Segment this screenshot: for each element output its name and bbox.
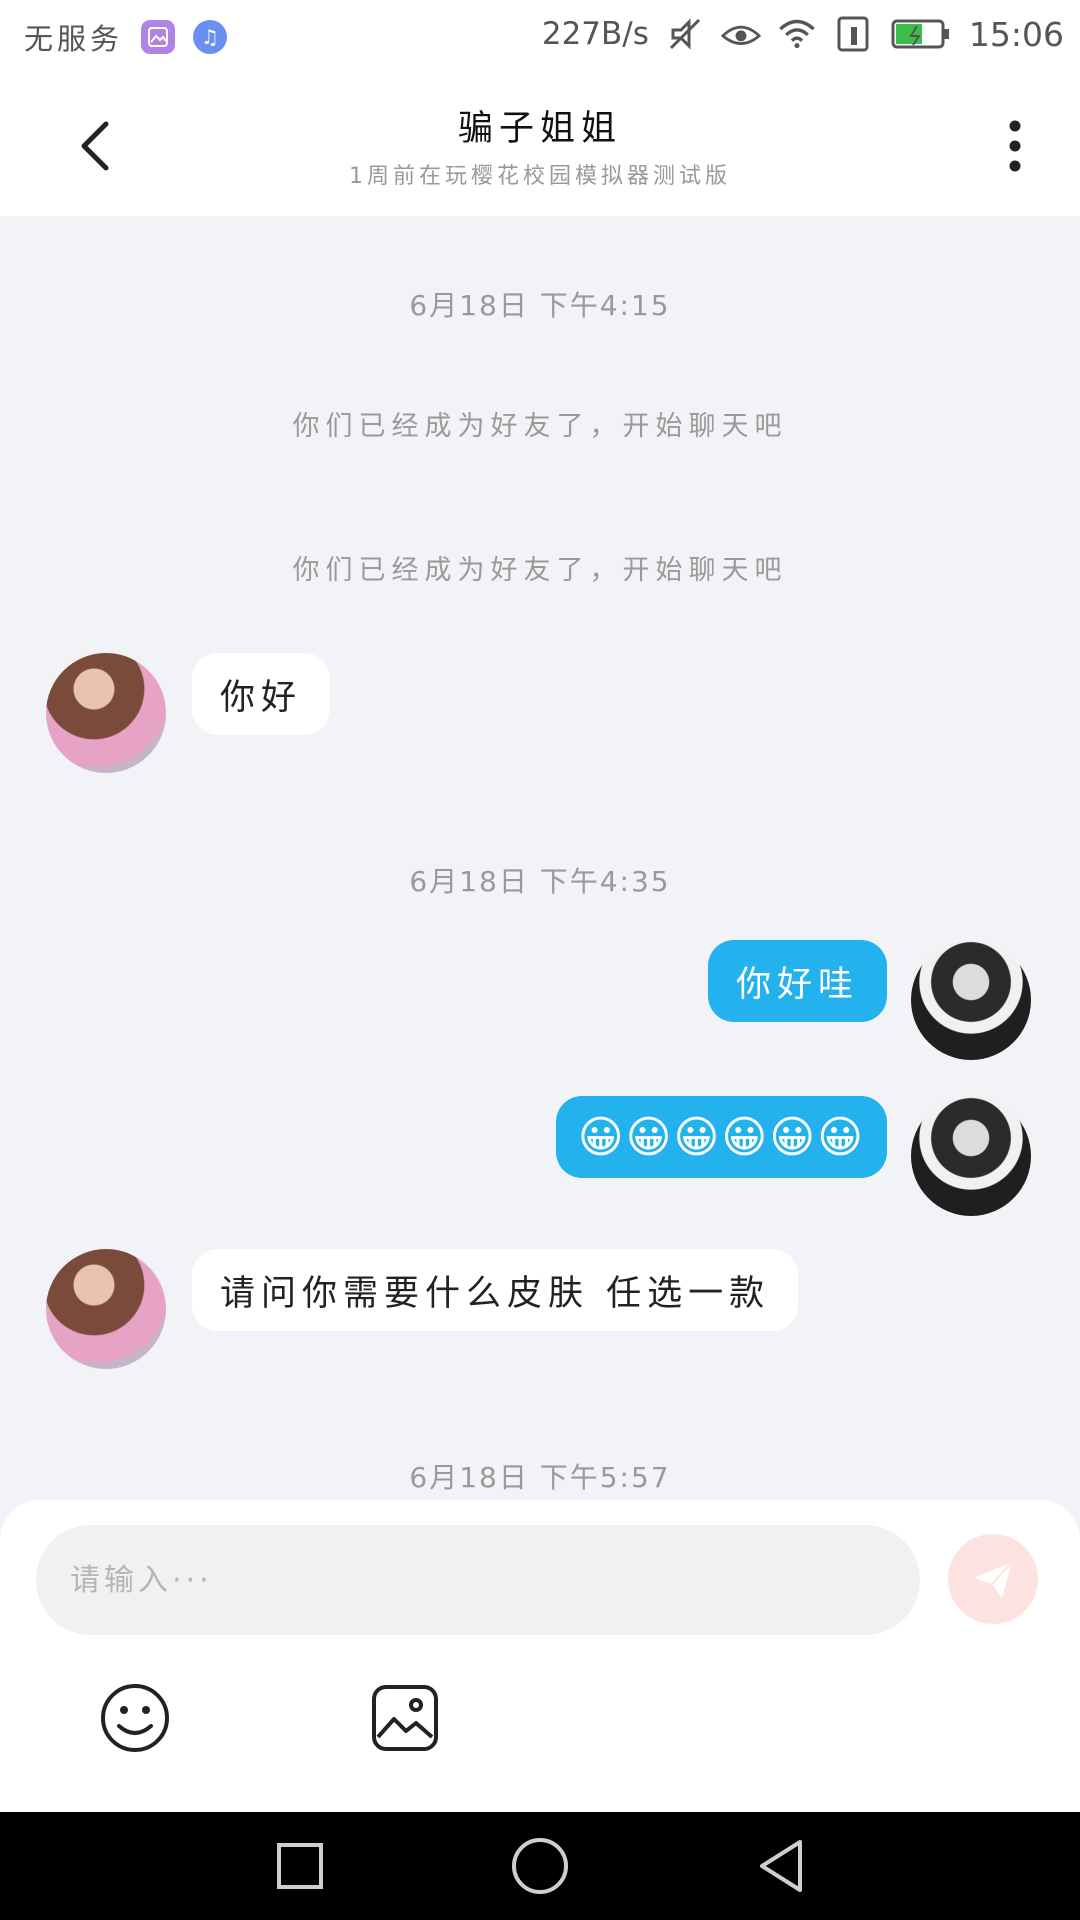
net-speed-text: 227B/s (541, 16, 649, 52)
carrier-text: 无服务 (24, 22, 124, 56)
contact-avatar[interactable] (46, 653, 166, 773)
message-input[interactable] (36, 1525, 920, 1635)
square-icon (277, 1843, 323, 1889)
system-nav-bar (0, 1812, 1080, 1920)
status-bar: 无服务 ♫ 227B/s 15:06 (0, 0, 1080, 72)
back-nav-button[interactable] (752, 1836, 812, 1896)
music-app-icon: ♫ (193, 20, 228, 54)
system-message: 你们已经成为好友了，开始聊天吧 (292, 555, 788, 586)
more-vertical-icon (1009, 120, 1021, 172)
timestamp: 6月18日 下午4:35 (409, 865, 671, 898)
system-message: 你们已经成为好友了，开始聊天吧 (292, 411, 788, 442)
timestamp: 6月18日 下午5:57 (409, 1461, 671, 1494)
paper-plane-icon (974, 1561, 1013, 1598)
battery-icon (889, 14, 953, 54)
image-button[interactable] (367, 1680, 443, 1756)
user-avatar[interactable] (911, 1096, 1031, 1216)
user-avatar[interactable] (911, 940, 1031, 1060)
timestamp: 6月18日 下午4:15 (409, 289, 671, 322)
triangle-back-icon (760, 1840, 802, 1892)
status-right: 227B/s 15:06 (542, 14, 1064, 54)
sent-message-bubble[interactable]: 你好哇 (707, 940, 887, 1022)
contact-avatar[interactable] (46, 1249, 166, 1369)
image-icon (372, 1685, 438, 1751)
mute-icon (665, 14, 705, 54)
smiley-icon (101, 1684, 169, 1752)
clock-text: 15:06 (968, 14, 1064, 54)
send-button[interactable] (948, 1534, 1038, 1624)
emoji-button[interactable] (97, 1680, 173, 1756)
message-list[interactable]: 6月18日 下午4:15 你们已经成为好友了，开始聊天吧 你们已经成为好友了，开… (0, 216, 1080, 1500)
home-button[interactable] (510, 1836, 570, 1896)
more-button[interactable] (990, 116, 1040, 176)
circle-icon (512, 1838, 568, 1894)
chat-title: 骗子姐姐 (457, 109, 622, 149)
eye-comfort-icon (720, 14, 761, 54)
received-message-bubble[interactable]: 你好 (192, 653, 331, 735)
chat-header: 骗子姐姐 1周前在玩樱花校园模拟器测试版 (0, 72, 1080, 216)
gallery-app-icon (141, 20, 176, 54)
sim-icon (833, 14, 873, 54)
sent-emoji-bubble[interactable]: 😀😀😀😀😀😀 (555, 1096, 887, 1178)
composer-panel (0, 1500, 1080, 1812)
wifi-icon (777, 14, 817, 54)
recent-apps-button[interactable] (270, 1836, 330, 1896)
chat-subtitle: 1周前在玩樱花校园模拟器测试版 (349, 164, 731, 189)
received-message-bubble[interactable]: 请问你需要什么皮肤 任选一款 (192, 1249, 799, 1331)
status-left: 无服务 ♫ (24, 16, 228, 58)
